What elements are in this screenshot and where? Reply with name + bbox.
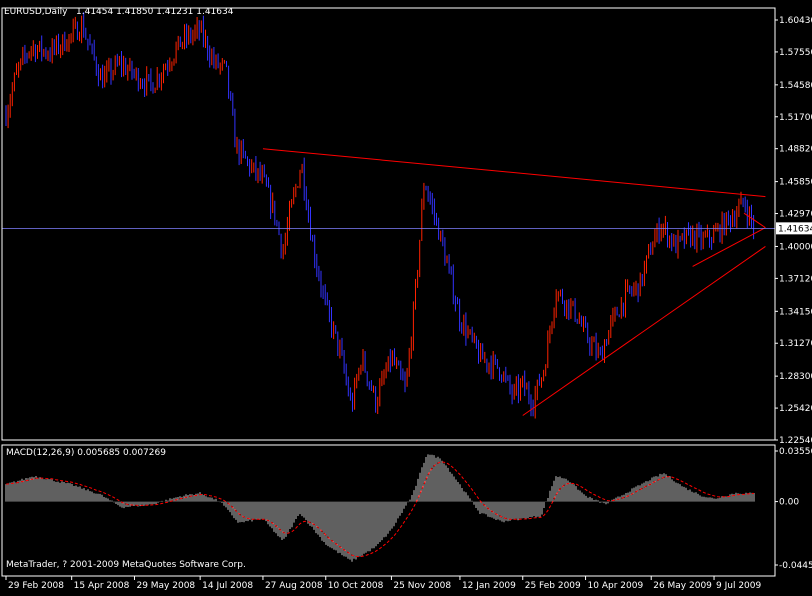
chart-canvas[interactable]: 1.60430 1.57550 1.54580 1.51700 1.48820 1.458…: [0, 0, 812, 592]
date-axis-label: 25 Nov 2008: [393, 581, 451, 591]
price-axis-label: 1.45850: [779, 178, 812, 188]
macd-axis-label: 0.00: [779, 498, 799, 508]
date-axis-label: 14 Jul 2008: [202, 581, 253, 591]
price-axis-label: 1.42970: [779, 210, 812, 220]
price-axis-label: 1.48820: [779, 145, 812, 155]
date-axis-label: 29 May 2008: [136, 581, 195, 591]
date-axis-label: 29 Feb 2008: [8, 581, 64, 591]
symbol-label: EURUSD,Daily: [4, 7, 68, 17]
chart-window: 1.60430 1.57550 1.54580 1.51700 1.48820 1.458…: [0, 0, 812, 592]
price-axis-label: 1.60430: [779, 16, 812, 26]
copyright-label: MetaTrader, ? 2001-2009 MetaQuotes Softw…: [6, 560, 246, 570]
price-axis-label: 1.28300: [779, 372, 812, 382]
price-axis-label: 1.22540: [779, 436, 812, 446]
price-axis-label: 1.57550: [779, 48, 812, 58]
price-axis-label: 1.25420: [779, 404, 812, 414]
date-axis-label: 25 Feb 2009: [525, 581, 581, 591]
price-axis-label: 1.34150: [779, 307, 812, 317]
ohlc-label: 1.41454 1.41850 1.41231 1.41634: [76, 7, 234, 17]
price-axis-label: 1.51700: [779, 113, 812, 123]
price-axis-label: 1.40000: [779, 242, 812, 252]
macd-axis-label: 0.035566: [779, 447, 812, 457]
current-price-label: 1.41634: [778, 224, 812, 234]
macd-label: MACD(12,26,9) 0.005685 0.007269: [6, 448, 166, 458]
date-axis-label: 10 Oct 2008: [328, 581, 384, 591]
date-axis-label: 15 Apr 2008: [74, 581, 130, 591]
date-axis-label: 26 May 2009: [653, 581, 712, 591]
date-axis-label: 10 Apr 2009: [588, 581, 644, 591]
date-axis-label: 9 Jul 2009: [716, 581, 761, 591]
price-axis-label: 1.54580: [779, 81, 812, 91]
price-axis-label: 1.37120: [779, 274, 812, 284]
price-axis-label: 1.31270: [779, 339, 812, 349]
macd-axis-label: -0.04458: [779, 561, 812, 571]
date-axis-label: 27 Aug 2008: [265, 581, 323, 591]
date-axis-label: 12 Jan 2009: [462, 581, 516, 591]
